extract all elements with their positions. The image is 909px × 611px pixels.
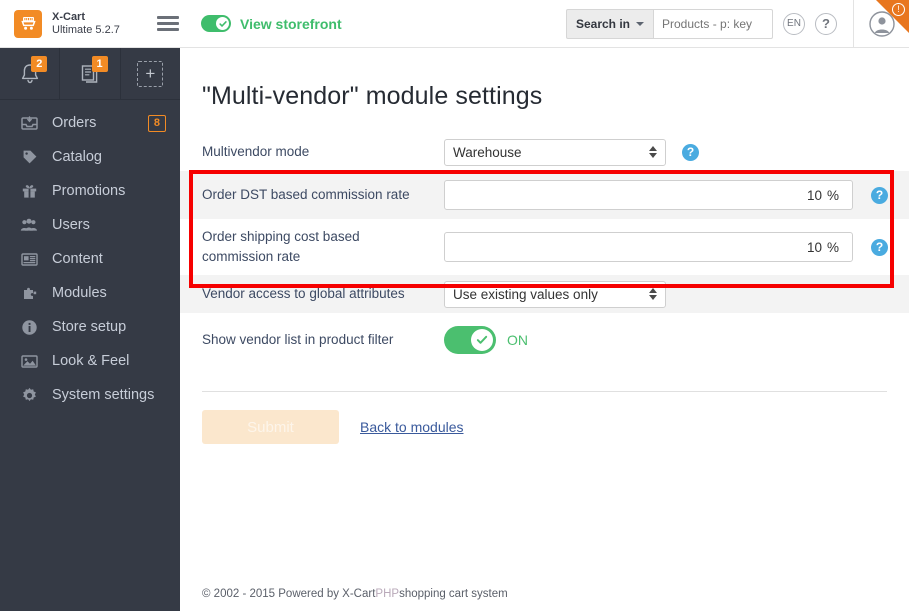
order-dst-commission-input[interactable] <box>444 180 853 210</box>
sidebar-item-label: Look & Feel <box>52 353 130 369</box>
vendor-access-select[interactable]: Use existing values only <box>444 280 666 308</box>
sidebar-item-system-settings[interactable]: System settings <box>0 378 180 412</box>
top-bar: X-Cart Ultimate 5.2.7 View storefront Se… <box>0 0 909 48</box>
storefront-switch-icon[interactable] <box>201 15 231 32</box>
orders-inbox-badge: 1 <box>91 56 108 72</box>
sidebar-item-label: Orders <box>52 115 97 131</box>
search-in-label: Search in <box>575 16 630 31</box>
alert-exclamation-icon[interactable]: ! <box>892 2 905 16</box>
field-label: Multivendor mode <box>202 144 310 160</box>
sidebar-item-label: Modules <box>52 285 107 301</box>
field-label: Order shipping cost based commission rat… <box>202 229 360 264</box>
form-row-multivendor-mode: Multivendor mode Warehouse ? <box>180 133 909 171</box>
help-button[interactable]: ? <box>815 12 837 35</box>
language-button[interactable]: EN <box>783 12 805 35</box>
back-to-modules-link[interactable]: Back to modules <box>360 419 464 435</box>
form-row-order-shipping-commission: Order shipping cost based commission rat… <box>180 219 909 275</box>
percent-unit-label: % <box>827 239 840 255</box>
footer-php-label: PHP <box>375 588 400 600</box>
sidebar-item-catalog[interactable]: Catalog <box>0 140 180 174</box>
multivendor-mode-select[interactable]: Warehouse <box>444 138 666 166</box>
sidebar-item-content[interactable]: Content <box>0 242 180 276</box>
search-box: Search in <box>565 8 773 39</box>
footer: © 2002 - 2015 Powered by X-Cart PHP shop… <box>180 577 909 611</box>
help-icon[interactable]: ? <box>871 186 889 204</box>
field-control: % ? <box>444 232 909 262</box>
footer-suffix: shopping cart system <box>399 588 508 600</box>
view-storefront-label: View storefront <box>240 15 342 32</box>
admin-page: X-Cart Ultimate 5.2.7 View storefront Se… <box>0 0 909 611</box>
form-row-order-dst-commission: Order DST based commission rate % ? <box>180 171 909 219</box>
sidebar-quick-actions: 2 1 + <box>0 48 180 100</box>
xcart-cart-logo-icon <box>14 9 42 38</box>
sidebar-item-label: Promotions <box>52 183 126 199</box>
article-icon <box>18 252 40 267</box>
chevron-down-icon <box>636 21 644 26</box>
view-storefront-toggle[interactable]: View storefront <box>201 15 342 32</box>
settings-form: Multivendor mode Warehouse ? Order DST b… <box>180 133 909 367</box>
puzzle-icon <box>18 285 40 301</box>
sidebar-item-promotions[interactable]: Promotions <box>0 174 180 208</box>
percent-unit-label: % <box>827 187 840 203</box>
brand-version: Ultimate 5.2.7 <box>52 23 120 36</box>
hamburger-menu-icon[interactable] <box>157 13 179 34</box>
page-title: "Multi-vendor" module settings <box>202 82 543 110</box>
search-in-dropdown[interactable]: Search in <box>565 8 653 39</box>
sidebar-item-users[interactable]: Users <box>0 208 180 242</box>
sidebar-item-label: Content <box>52 251 103 267</box>
field-control: ON <box>444 326 909 354</box>
info-icon <box>18 319 40 336</box>
brand-name: X-Cart <box>52 10 86 23</box>
sidebar-item-label: System settings <box>52 387 155 403</box>
search-input[interactable] <box>653 8 773 39</box>
field-control: Warehouse ? <box>444 138 909 166</box>
avatar[interactable]: ! <box>853 0 909 48</box>
main-content: "Multi-vendor" module settings Multivend… <box>180 48 909 611</box>
users-icon <box>18 217 40 233</box>
help-icon[interactable]: ? <box>682 143 699 161</box>
order-shipping-commission-input[interactable] <box>444 232 853 262</box>
footer-prefix: © 2002 - 2015 Powered by X-Cart <box>202 588 376 600</box>
orders-count-badge: 8 <box>147 114 166 132</box>
vendor-access-select-wrap: Use existing values only <box>444 280 666 308</box>
plus-icon: + <box>137 60 164 87</box>
sidebar-item-store-setup[interactable]: Store setup <box>0 310 180 344</box>
top-bar-right: Search in EN ? ! <box>565 0 909 48</box>
field-control: Use existing values only <box>444 280 909 308</box>
tag-icon <box>18 149 40 165</box>
form-actions: Submit Back to modules <box>180 392 909 444</box>
sidebar-item-label: Store setup <box>52 319 127 335</box>
field-label: Show vendor list in product filter <box>202 332 394 348</box>
brand-block[interactable]: X-Cart Ultimate 5.2.7 <box>0 9 145 38</box>
sidebar-item-orders[interactable]: Orders 8 <box>0 106 180 140</box>
multivendor-mode-select-wrap: Warehouse <box>444 138 666 166</box>
gift-icon <box>18 183 40 199</box>
field-label: Vendor access to global attributes <box>202 286 405 302</box>
form-row-vendor-access: Vendor access to global attributes Use e… <box>180 275 909 313</box>
sidebar-item-label: Catalog <box>52 149 102 165</box>
sidebar: 2 1 + Orders 8 Catalog Promotions Users … <box>0 48 180 611</box>
sidebar-quick-orders[interactable]: 1 <box>60 48 121 99</box>
form-row-show-vendor-list: Show vendor list in product filter ON <box>180 313 909 367</box>
help-icon[interactable]: ? <box>871 238 889 256</box>
gear-icon <box>18 387 40 404</box>
field-control: % ? <box>444 180 909 210</box>
notifications-badge: 2 <box>31 56 48 72</box>
brand-text: X-Cart Ultimate 5.2.7 <box>52 11 120 36</box>
sidebar-nav: Orders 8 Catalog Promotions Users Conten… <box>0 100 180 412</box>
sidebar-item-look-and-feel[interactable]: Look & Feel <box>0 344 180 378</box>
inbox-icon <box>18 115 40 131</box>
sidebar-item-label: Users <box>52 217 90 233</box>
check-icon <box>476 335 488 344</box>
show-vendor-list-toggle[interactable] <box>444 326 496 354</box>
sidebar-quick-notifications[interactable]: 2 <box>0 48 61 99</box>
image-icon <box>18 354 40 369</box>
field-label: Order DST based commission rate <box>202 187 410 203</box>
toggle-state-label: ON <box>507 332 528 348</box>
submit-button[interactable]: Submit <box>202 410 339 444</box>
sidebar-quick-add[interactable]: + <box>121 48 180 99</box>
sidebar-item-modules[interactable]: Modules <box>0 276 180 310</box>
